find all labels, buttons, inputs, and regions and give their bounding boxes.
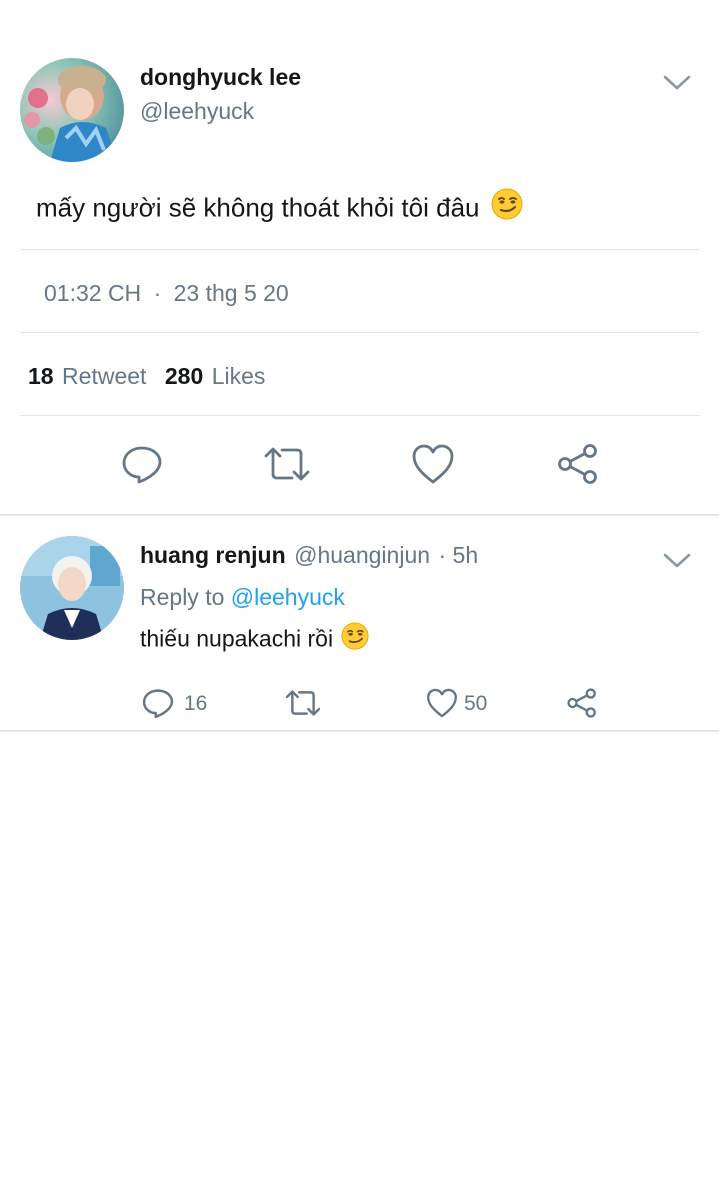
like-button[interactable] [408, 440, 458, 488]
divider [20, 415, 700, 416]
reply-to-label: Reply to [140, 584, 225, 610]
smirk-emoji-icon [491, 188, 523, 227]
tweet-stats: 18 Retweet 280 Likes [28, 363, 265, 390]
retweet-count[interactable]: 18 [28, 363, 54, 389]
section-divider [0, 514, 719, 516]
reply-author-handle[interactable]: @huanginjun [294, 542, 430, 568]
reply-text-content: thiếu nupakachi rồi [140, 625, 334, 652]
like-label[interactable]: Likes [212, 363, 266, 389]
reply-reply-count: 16 [184, 692, 208, 715]
reply-icon [122, 446, 162, 484]
section-divider [0, 730, 719, 732]
reply-retweet-button[interactable] [284, 686, 322, 720]
divider [20, 249, 700, 250]
reply-reply-button[interactable] [140, 686, 176, 720]
retweet-icon [264, 447, 310, 481]
tweet-text-content: mấy người sẽ không thoát khỏi tôi đâu [36, 192, 480, 223]
share-button[interactable] [554, 440, 602, 488]
reply-header: huang renjun @huanginjun · 5h [140, 542, 478, 569]
author-handle[interactable]: @leehyuck [140, 98, 254, 125]
reply-time: · 5h [438, 542, 479, 568]
meta-separator: · [153, 280, 162, 306]
smirk-emoji-icon [341, 622, 370, 656]
like-count[interactable]: 280 [165, 363, 203, 389]
tweet-date: 23 thg 5 20 [173, 280, 289, 306]
reply-button[interactable] [118, 440, 166, 488]
reply-to-handle[interactable]: @leehyuck [231, 584, 345, 610]
reply-text: thiếu nupakachi rồi [140, 622, 370, 656]
chevron-down-icon[interactable] [662, 72, 692, 97]
reply-like-count: 50 [464, 692, 488, 715]
reply-to-line: Reply to @leehyuck [140, 584, 345, 611]
share-icon [567, 688, 596, 718]
tweet-text: mấy người sẽ không thoát khỏi tôi đâu [36, 188, 523, 227]
divider [20, 332, 700, 333]
retweet-label[interactable]: Retweet [62, 363, 146, 389]
retweet-button[interactable] [262, 440, 312, 488]
author-name[interactable]: donghyuck lee [140, 64, 301, 91]
reply-author-avatar[interactable] [20, 536, 124, 640]
author-avatar[interactable] [20, 58, 124, 162]
like-icon [427, 688, 457, 718]
tweet-time: 01:32 CH [44, 280, 142, 306]
like-icon [412, 444, 454, 484]
chevron-down-icon[interactable] [662, 550, 692, 575]
share-icon [558, 444, 597, 484]
retweet-icon [285, 690, 321, 716]
reply-icon [142, 689, 174, 719]
reply-like-button[interactable] [424, 686, 460, 720]
reply-share-button[interactable] [564, 686, 600, 720]
tweet-timestamp: 01:32 CH · 23 thg 5 20 [44, 280, 289, 307]
reply-author-name[interactable]: huang renjun [140, 542, 286, 568]
